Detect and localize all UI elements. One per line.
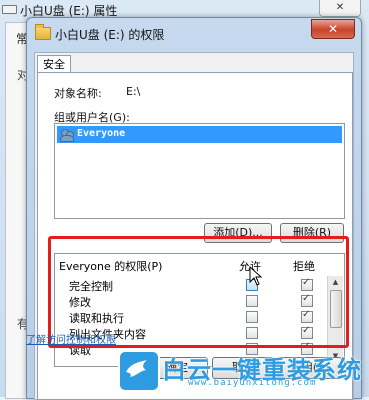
cancel-button[interactable]: 取消: [212, 357, 274, 379]
dialog-title: 小白U盘 (E:) 的权限: [55, 28, 165, 42]
allow-checkbox[interactable]: [246, 343, 258, 355]
deny-column-header: 拒绝: [293, 260, 315, 273]
permission-name: 修改: [69, 296, 91, 309]
deny-checkbox[interactable]: [301, 277, 313, 291]
permissions-scrollbar[interactable]: ▲ ▼: [327, 276, 343, 364]
scroll-up-icon[interactable]: ▲: [330, 278, 341, 288]
help-link[interactable]: 了解访问控制和权限: [26, 331, 116, 346]
allow-checkbox[interactable]: [246, 311, 258, 323]
users-list[interactable]: Everyone: [54, 123, 345, 219]
permissions-header: Everyone 的权限(P): [59, 260, 163, 273]
list-item[interactable]: Everyone: [57, 126, 342, 143]
deny-checkbox[interactable]: [301, 325, 313, 339]
user-name: Everyone: [77, 128, 126, 139]
add-button[interactable]: 添加(D)...: [204, 223, 272, 243]
permissions-table: Everyone 的权限(P) 允许 拒绝 完全控制 修改 读取和执行 列出文件…: [54, 253, 345, 367]
object-name-label: 对象名称:: [54, 87, 102, 100]
properties-close-button[interactable]: ✕: [319, 0, 361, 17]
close-button[interactable]: ✕: [311, 19, 355, 39]
security-panel: 对象名称: E:\ 组或用户名(G): Everyone 添加(D)... 删除…: [37, 72, 353, 400]
remove-button[interactable]: 删除(R): [280, 223, 344, 243]
allow-checkbox[interactable]: [246, 327, 258, 339]
permission-name: 读取和执行: [69, 312, 124, 325]
permission-row: 完全控制: [55, 277, 323, 293]
folder-icon: [35, 24, 51, 40]
drive-icon: [2, 5, 17, 14]
users-icon: [60, 128, 74, 142]
cursor-icon: [249, 266, 263, 286]
permission-name: 完全控制: [69, 280, 113, 293]
apply-button[interactable]: 应用(A): [278, 357, 342, 379]
allow-checkbox[interactable]: [246, 295, 258, 307]
ok-button[interactable]: 确定: [146, 357, 208, 379]
deny-checkbox[interactable]: [301, 293, 313, 307]
tab-security[interactable]: 安全: [37, 55, 71, 73]
permission-row: 读取和执行: [55, 309, 323, 325]
deny-checkbox[interactable]: [301, 309, 313, 323]
object-name-value: E:\: [126, 85, 141, 98]
permission-row: 修改: [55, 293, 323, 309]
deny-checkbox[interactable]: [301, 341, 313, 355]
scroll-thumb[interactable]: [330, 290, 342, 328]
